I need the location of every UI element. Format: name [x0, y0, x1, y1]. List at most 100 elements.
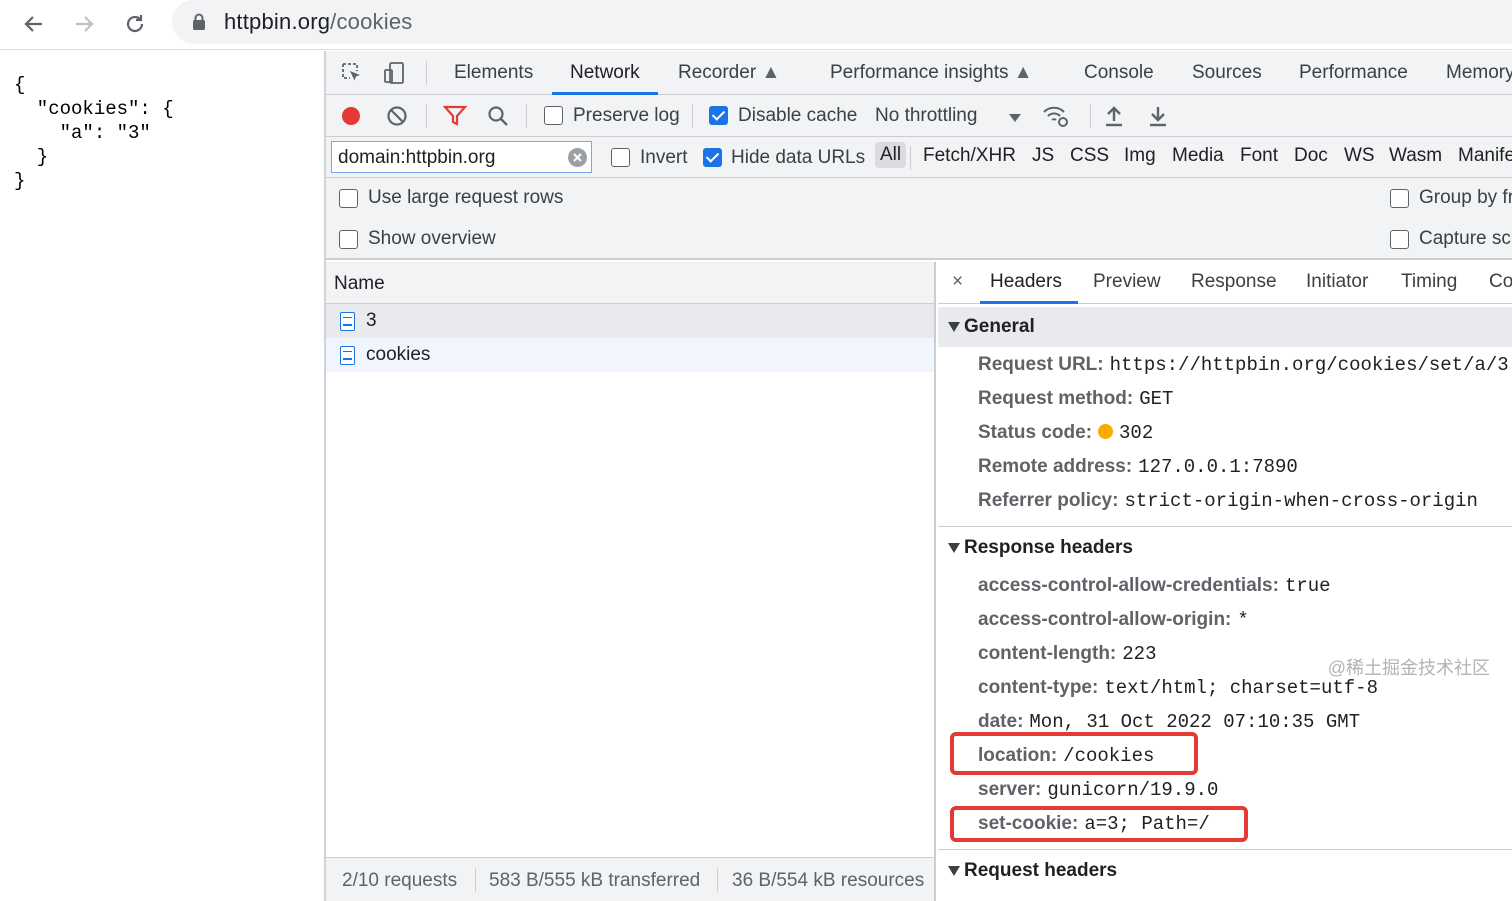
import-har-icon[interactable]	[1103, 104, 1125, 134]
tab-recorder-label: Recorder	[678, 62, 757, 83]
toolbar-divider	[692, 104, 693, 128]
request-list: Name 3 cookies 2/10 requests 583 B/555 k…	[326, 262, 936, 901]
disable-cache-checkbox[interactable]	[709, 106, 728, 125]
capture-screenshots-label[interactable]: Capture scr	[1419, 228, 1512, 250]
header-value: text/html; charset=utf-8	[1104, 677, 1378, 699]
tab-recorder[interactable]: Recorder ▲	[678, 51, 780, 95]
resources-size: 36 B/554 kB resources	[732, 870, 925, 891]
tab-cookies[interactable]: Co	[1489, 271, 1512, 293]
tab-sources[interactable]: Sources	[1192, 51, 1262, 95]
network-toolbar: Preserve log Disable cache No throttling	[326, 95, 1512, 137]
type-filter-js[interactable]: JS	[1032, 145, 1054, 167]
devtools-panel: Elements Network Recorder ▲ Performance …	[324, 51, 1512, 901]
expand-triangle-icon	[948, 322, 960, 332]
document-icon	[340, 312, 355, 331]
capture-screenshots-checkbox[interactable]	[1390, 230, 1409, 249]
search-icon[interactable]	[487, 105, 509, 133]
type-filter-img[interactable]: Img	[1124, 145, 1156, 167]
hide-data-urls-label[interactable]: Hide data URLs	[731, 147, 865, 169]
header-key: Referrer policy:	[978, 490, 1119, 511]
record-icon[interactable]	[340, 105, 362, 133]
show-overview-label[interactable]: Show overview	[368, 228, 496, 250]
name-column-header[interactable]: Name	[334, 273, 385, 295]
request-headers-section-header[interactable]: Request headers	[938, 851, 1512, 891]
type-filter-ws[interactable]: WS	[1344, 145, 1375, 167]
large-rows-label[interactable]: Use large request rows	[368, 187, 563, 209]
group-by-frame-label[interactable]: Group by fr	[1419, 187, 1512, 209]
tab-performance-insights[interactable]: Performance insights ▲	[830, 51, 1033, 95]
tab-initiator[interactable]: Initiator	[1306, 271, 1368, 293]
filter-bar: domain:httpbin.org Invert Hide data URLs…	[326, 137, 1512, 178]
preserve-log-label[interactable]: Preserve log	[573, 105, 680, 127]
network-summary-bar: 2/10 requests 583 B/555 kB transferred 3…	[326, 857, 934, 901]
network-conditions-icon[interactable]	[1042, 103, 1070, 135]
request-list-header: Name	[326, 262, 934, 304]
header-key: access-control-allow-origin:	[978, 609, 1232, 630]
type-filter-css[interactable]: CSS	[1070, 145, 1109, 167]
device-toolbar-icon[interactable]	[382, 61, 406, 91]
close-icon[interactable]: ×	[952, 271, 963, 293]
type-filter-wasm[interactable]: Wasm	[1389, 145, 1442, 167]
type-filter-media[interactable]: Media	[1172, 145, 1224, 167]
chevron-down-icon[interactable]	[1008, 108, 1022, 130]
hide-data-urls-checkbox[interactable]	[703, 148, 722, 167]
transferred-size: 583 B/555 kB transferred	[489, 870, 701, 891]
clear-filter-icon[interactable]	[568, 148, 587, 167]
tab-performance[interactable]: Performance	[1299, 51, 1408, 95]
tab-console[interactable]: Console	[1084, 51, 1154, 95]
type-filter-doc[interactable]: Doc	[1294, 145, 1328, 167]
devtools-tabbar: Elements Network Recorder ▲ Performance …	[326, 51, 1512, 95]
url-host: httpbin.org	[224, 9, 331, 34]
type-filter-fetch-xhr[interactable]: Fetch/XHR	[923, 145, 1016, 167]
reload-icon[interactable]	[117, 6, 153, 42]
inspect-element-icon[interactable]	[340, 61, 364, 91]
tab-network[interactable]: Network	[552, 51, 658, 95]
filter-input[interactable]: domain:httpbin.org	[331, 141, 592, 173]
tab-headers[interactable]: Headers	[990, 271, 1062, 293]
header-row: date: Mon, 31 Oct 2022 07:10:35 GMT	[978, 711, 1360, 733]
invert-label[interactable]: Invert	[640, 147, 688, 169]
active-tab-indicator	[980, 301, 1078, 304]
invert-checkbox[interactable]	[611, 148, 630, 167]
back-arrow-icon[interactable]	[16, 6, 52, 42]
watermark-text: @稀土掘金技术社区	[1327, 658, 1490, 678]
status-divider	[475, 868, 476, 892]
header-value: https://httpbin.org/cookies/set/a/3	[1109, 354, 1509, 376]
address-bar[interactable]: httpbin.org/cookies	[172, 0, 1512, 44]
request-name: cookies	[366, 344, 431, 365]
response-headers-section-header[interactable]: Response headers	[938, 528, 1512, 568]
tab-response[interactable]: Response	[1191, 271, 1277, 293]
show-overview-checkbox[interactable]	[339, 230, 358, 249]
header-value: GET	[1139, 388, 1174, 410]
tab-preview[interactable]: Preview	[1093, 271, 1161, 293]
throttling-select[interactable]: No throttling	[875, 105, 977, 127]
tab-elements[interactable]: Elements	[454, 51, 533, 95]
request-row[interactable]: cookies	[326, 338, 934, 372]
clear-icon[interactable]	[386, 105, 408, 133]
url-text: httpbin.org/cookies	[224, 9, 412, 35]
experiment-flask-icon: ▲	[1013, 62, 1033, 83]
type-filter-font[interactable]: Font	[1240, 145, 1278, 167]
request-row[interactable]: 3	[326, 304, 934, 338]
header-key: Request URL:	[978, 354, 1104, 375]
header-row: Request URL: https://httpbin.org/cookies/…	[978, 354, 1509, 376]
lock-icon[interactable]	[192, 13, 206, 37]
location-highlight-box	[950, 732, 1198, 775]
tab-timing[interactable]: Timing	[1401, 271, 1457, 293]
request-count: 2/10 requests	[342, 870, 458, 891]
large-rows-checkbox[interactable]	[339, 189, 358, 208]
type-filter-all[interactable]: All	[875, 142, 907, 168]
filter-icon[interactable]	[442, 105, 468, 133]
disable-cache-label[interactable]: Disable cache	[738, 105, 857, 127]
header-row: access-control-allow-origin: *	[978, 609, 1249, 631]
preserve-log-checkbox[interactable]	[544, 106, 563, 125]
request-details-pane: × Headers Preview Response Initiator Tim…	[938, 262, 1512, 901]
type-filter-manifest[interactable]: Manife	[1458, 145, 1512, 167]
set-cookie-highlight-box	[950, 806, 1248, 842]
group-by-frame-checkbox[interactable]	[1390, 189, 1409, 208]
export-har-icon[interactable]	[1147, 104, 1169, 134]
forward-arrow-icon[interactable]	[66, 6, 102, 42]
section-divider	[938, 849, 1512, 850]
tab-memory[interactable]: Memory	[1446, 51, 1512, 95]
general-section-header[interactable]: General	[938, 307, 1512, 347]
